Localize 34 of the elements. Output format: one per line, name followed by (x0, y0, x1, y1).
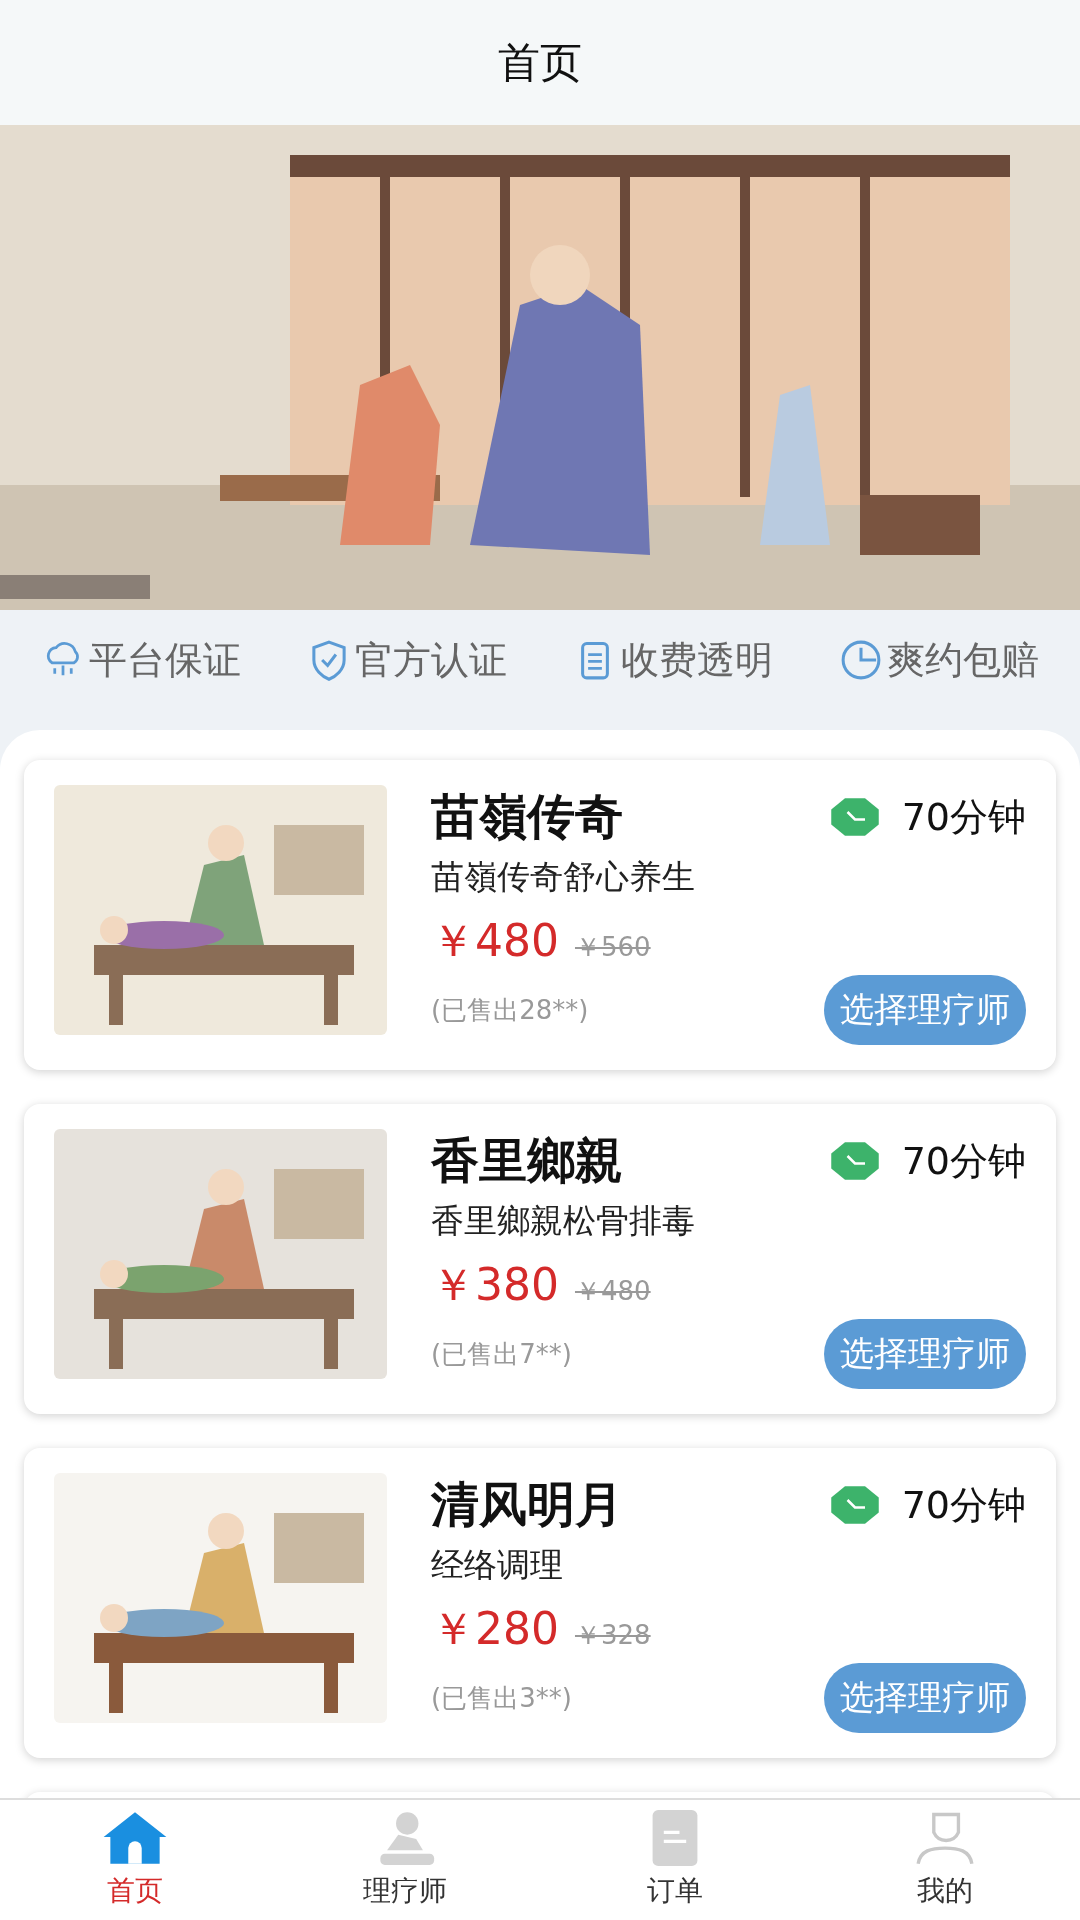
clock-icon (839, 638, 883, 682)
original-price: ￥480 (575, 1275, 651, 1308)
original-price: ￥560 (575, 931, 651, 964)
page-title: 首页 (498, 36, 582, 89)
duration-text: 70分钟 (901, 793, 1026, 841)
service-card[interactable]: 清风明月 70分钟 经络调理 ￥280 ￥328 (已售出3**) 选择理疗师 (24, 1448, 1056, 1758)
clock-icon (829, 1141, 880, 1181)
guarantee-label: 官方认证 (355, 636, 507, 684)
clock-icon (829, 797, 880, 837)
guarantee-label: 收费透明 (621, 636, 773, 684)
sold-count: (已售出7**) (431, 1337, 572, 1371)
service-subtitle: 经络调理 (431, 1544, 564, 1586)
guarantee-label: 爽约包赔 (887, 636, 1039, 684)
service-name: 香里鄉親 (431, 1131, 623, 1190)
price: ￥280 (431, 1602, 559, 1656)
service-card[interactable]: 香里鄉親 70分钟 香里鄉親松骨排毒 ￥380 ￥480 (已售出7**) 选择理疗师 (24, 1104, 1056, 1414)
service-card[interactable]: 苗嶺传奇 70分钟 苗嶺传奇舒心养生 ￥480 ￥560 (已售出28**) 选择理疗师 (24, 760, 1056, 1070)
original-price: ￥328 (575, 1619, 651, 1652)
service-name: 苗嶺传奇 (431, 787, 623, 846)
service-name: 清风明月 (431, 1475, 623, 1534)
tab-item[interactable]: 理疗师 (270, 1800, 540, 1920)
service-subtitle: 香里鄉親松骨排毒 (431, 1200, 696, 1242)
tab-item[interactable]: 首页 (0, 1800, 270, 1920)
tab-item[interactable]: 订单 (540, 1800, 810, 1920)
clock-icon (829, 1485, 880, 1525)
duration-text: 70分钟 (901, 1481, 1026, 1529)
service-subtitle: 苗嶺传奇舒心养生 (431, 856, 696, 898)
sold-count: (已售出28**) (431, 993, 589, 1027)
price: ￥480 (431, 914, 559, 968)
guarantee-label: 平台保证 (89, 636, 241, 684)
duration-text: 70分钟 (901, 1137, 1026, 1185)
sold-count: (已售出3**) (431, 1681, 572, 1715)
price: ￥380 (431, 1258, 559, 1312)
tab-item[interactable]: 我的 (810, 1800, 1080, 1920)
